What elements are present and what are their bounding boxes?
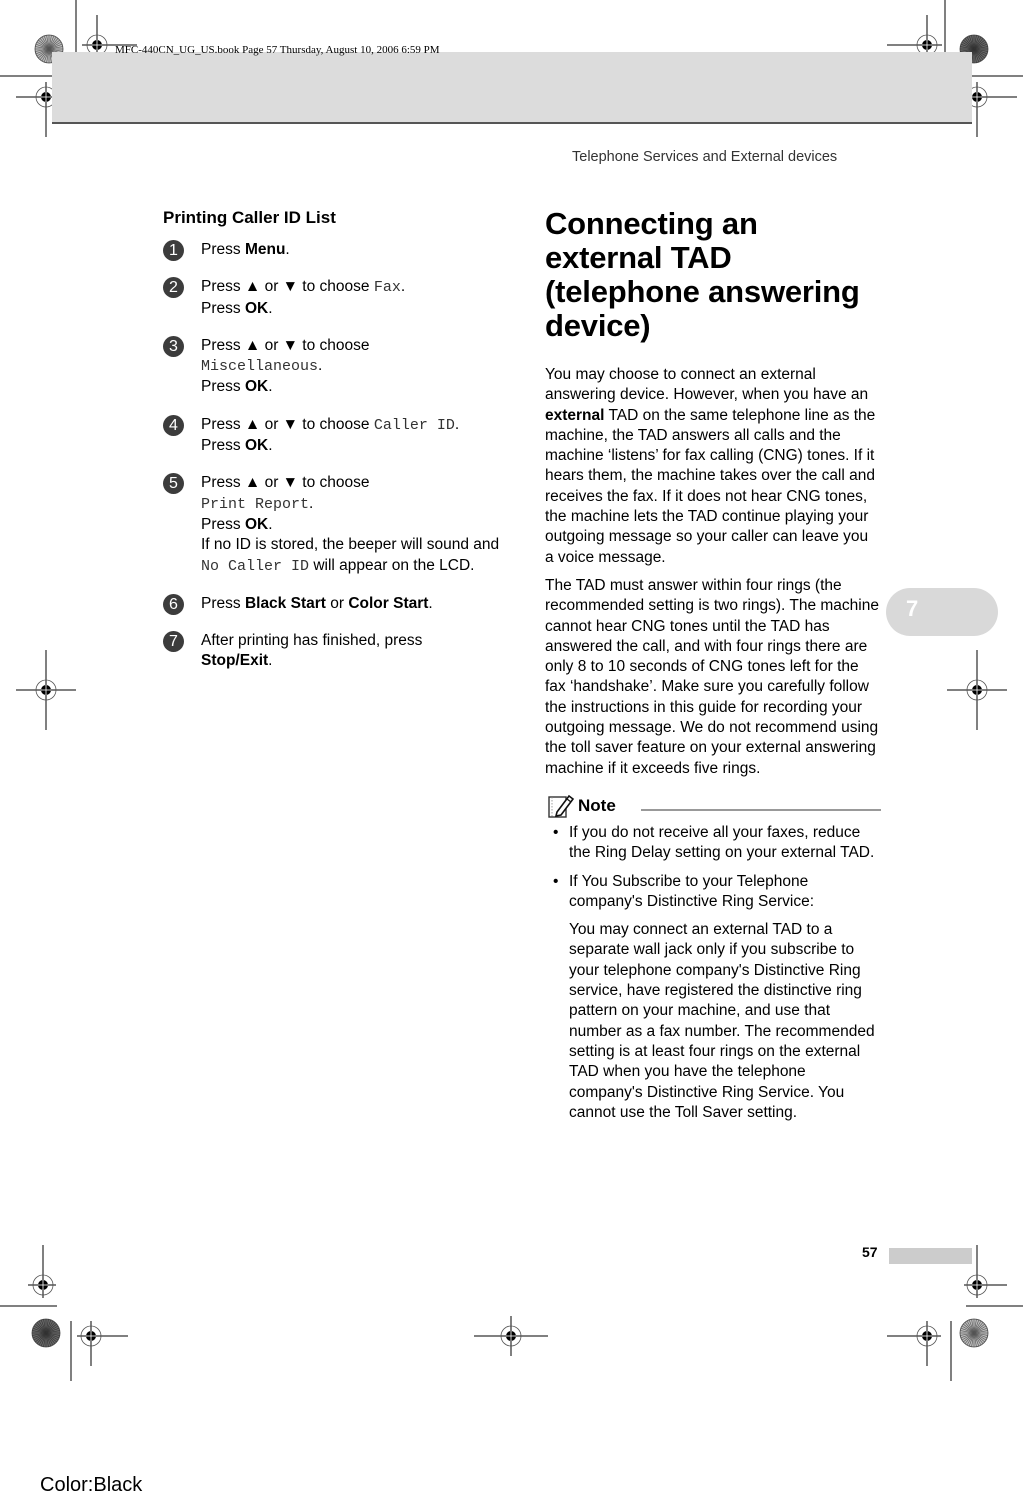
key-name: Color Start [348,594,429,612]
crosshair-target-icon [16,650,76,730]
step-text: . [454,415,460,433]
print-color-label: Color:Black [40,1474,143,1496]
note-bullet: • If You Subscribe to your Telephone com… [545,872,881,913]
step-text: Press ▲ or ▼ to choose [201,415,374,433]
key-name: OK [244,515,269,533]
chapter-tab-number: 7 [906,596,919,621]
step-text: . [400,278,406,296]
chapter-tab: 7 [886,588,998,636]
key-name: OK [244,437,269,455]
note-label: Note [578,795,616,815]
step-4: 4 Press ▲ or ▼ to choose Caller ID. Press … [163,414,503,457]
starburst-target-icon [959,1318,989,1348]
step-text: . [268,515,273,533]
lcd-text: Print Report [201,495,310,513]
step-text: Press [201,378,245,396]
step-text: Press [201,437,245,455]
step-number-icon: 7 [163,631,184,653]
paragraph-ring-advice: The TAD must answer within four rings (t… [545,576,879,777]
step-number-icon: 2 [163,277,184,299]
bullet-icon: • [553,823,559,841]
step-number-icon: 3 [163,335,184,357]
step-text: or [325,594,349,612]
key-name: OK [244,299,269,317]
step-3: 3 Press ▲ or ▼ to choose Miscellaneous. Pre… [163,335,503,398]
crosshair-target-icon [77,1321,128,1366]
step-number-icon: 4 [163,414,184,436]
paragraph-text: You may choose to connect an external an… [545,366,869,404]
step-number-icon: 1 [163,240,184,261]
step-number-icon: 6 [163,593,184,615]
note-bullet-text: If you do not receive all your faxes, re… [569,823,875,862]
note-bullet: • If you do not receive all your faxes, … [545,823,881,864]
page-number: 57 [862,1244,878,1260]
right-column: Connecting an external TAD (telephone an… [545,207,881,1123]
key-name: Menu [244,241,286,258]
step-text: Press ▲ or ▼ to choose [201,474,370,492]
step-text: . [268,652,273,670]
step-text: . [268,378,273,396]
step-text: Press ▲ or ▼ to choose [201,278,374,296]
lcd-text: Fax [373,279,401,297]
note-bullet-text: If You Subscribe to your Telephone compa… [569,872,815,910]
step-text: . [268,437,273,455]
lcd-text: Caller ID [373,416,455,434]
steps-list: 1 Press Menu. 2 Press ▲ or ▼ to choose Fax.… [163,240,503,672]
crosshair-target-icon [28,1245,56,1298]
step-1: 1 Press Menu. [163,240,503,261]
paragraph-text: TAD on the same telephone line as the ma… [545,406,876,566]
step-text: . [309,494,314,512]
step-text: If no ID is stored, the beeper will soun… [201,536,500,554]
note-sub-paragraph: You may connect an external TAD to a sep… [569,921,875,1121]
header-band [52,52,972,124]
key-name: Stop/Exit [201,652,269,670]
step-2: 2 Press ▲ or ▼ to choose Fax. Press OK. [163,277,503,319]
step-7: 7 After printing has finished, press Stop… [163,631,503,672]
page-number-bar [889,1248,972,1264]
step-5: 5 Press ▲ or ▼ to choose Print Report. Pres… [163,473,503,576]
crosshair-target-icon [474,1316,548,1356]
section-heading-external-tad: Connecting an external TAD (telephone an… [545,206,860,343]
step-number-icon: 5 [163,473,184,495]
step-text: Press [201,241,245,258]
color-bar-dark-icon [31,1318,61,1348]
step-text: . [285,241,290,258]
step-text: will appear on the LCD. [309,556,475,574]
step-6: 6 Press Black Start or Color Start. [163,593,503,615]
lcd-text: Miscellaneous [201,358,319,376]
crosshair-target-icon [887,1321,941,1366]
step-text: After printing has finished, press [201,632,423,650]
step-text: . [268,299,273,317]
left-column: Printing Caller ID List 1 Press Menu. 2 Pre… [163,208,503,689]
step-text: Press ▲ or ▼ to choose [201,336,370,354]
note-header: Note [545,793,881,819]
key-name: OK [244,378,269,396]
note-pencil-icon [548,794,575,818]
step-text: . [318,357,323,375]
emphasis-external: external [545,406,605,424]
lcd-text: No Caller ID [201,557,310,575]
step-text: Press [201,299,245,317]
paragraph-intro: You may choose to connect an external an… [545,365,881,568]
crosshair-target-icon [947,650,1007,730]
step-text: . [428,594,433,612]
note-divider [641,808,881,811]
print-book-info: MFC-440CN_UG_US.book Page 57 Thursday, A… [115,44,440,56]
section-title-printing-caller-id: Printing Caller ID List [163,208,336,227]
bullet-icon: • [553,872,559,890]
key-name: Black Start [244,594,326,612]
chapter-title: Telephone Services and External devices [572,149,838,165]
step-text: Press [201,594,245,612]
step-text: Press [201,515,245,533]
